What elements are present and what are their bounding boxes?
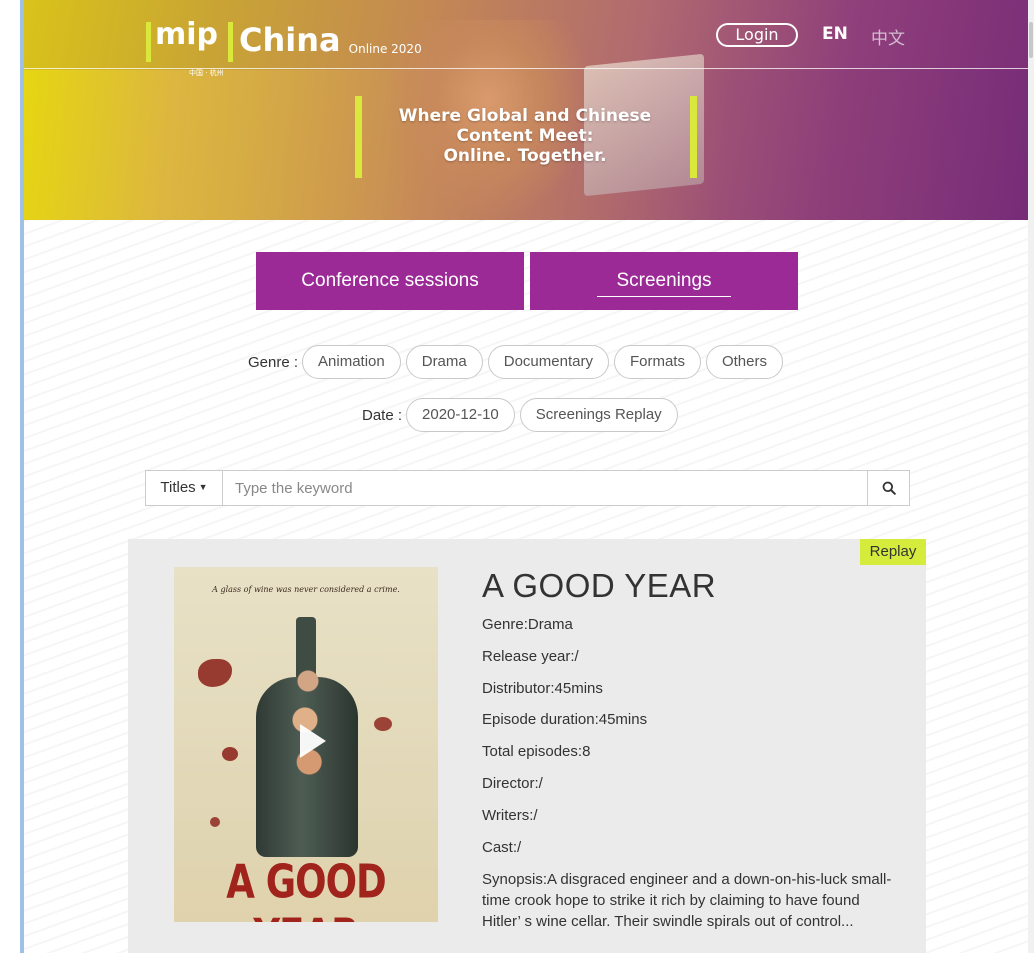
screening-poster[interactable]: A glass of wine was never considered a c… — [174, 567, 438, 922]
logo-accent-bar — [146, 22, 151, 62]
header-divider — [24, 68, 1028, 69]
logo-accent-bar-2 — [228, 22, 234, 62]
search-input[interactable] — [223, 471, 867, 505]
search-scope-dropdown[interactable]: Titles ▼ — [146, 471, 223, 505]
poster-title: A GOOD YEAR — [226, 855, 387, 922]
tagline-bar-right — [690, 96, 697, 178]
meta-director: Director:/ — [482, 775, 543, 792]
genre-pill-others[interactable]: Others — [705, 345, 783, 379]
screening-title[interactable]: A GOOD YEAR — [482, 567, 716, 605]
screening-card[interactable]: Replay A glass of wine was never conside… — [128, 539, 926, 953]
meta-cast: Cast:/ — [482, 839, 522, 856]
meta-writers: Writers:/ — [482, 807, 538, 824]
poster-splatter — [222, 747, 238, 761]
language-en-link[interactable]: EN — [822, 24, 848, 44]
meta-synopsis: Synopsis:A disgraced engineer and a down… — [482, 871, 892, 930]
language-zh-link[interactable]: 中文 — [871, 24, 905, 49]
search-button[interactable] — [867, 471, 909, 505]
scrollbar-thumb[interactable] — [1029, 22, 1033, 58]
replay-badge: Replay — [860, 539, 926, 565]
banner-tagline: Where Global and Chinese Content Meet: O… — [370, 106, 680, 166]
play-icon[interactable] — [298, 722, 328, 760]
left-window-edge — [0, 0, 24, 953]
poster-splatter — [374, 717, 392, 731]
tagline-bar-left — [355, 96, 362, 178]
tagline-line-1: Where Global and Chinese — [398, 106, 652, 126]
meta-total-episodes: Total episodes:8 — [482, 743, 591, 760]
logo-china-text: China — [239, 21, 341, 59]
meta-episode-duration: Episode duration:45mins — [482, 711, 648, 728]
search-bar: Titles ▼ — [145, 470, 910, 506]
meta-release-year: Release year:/ — [482, 648, 579, 665]
caret-down-icon: ▼ — [198, 482, 208, 492]
search-scope-label: Titles — [160, 479, 196, 496]
date-filter-row: Date : 2020-12-10 Screenings Replay — [362, 398, 683, 432]
logo-sub-text: 中国 · 杭州 — [189, 69, 224, 77]
date-label: Date : — [362, 406, 403, 424]
genre-pill-formats[interactable]: Formats — [613, 345, 701, 379]
active-tab-underline — [597, 296, 731, 297]
logo-edition-text: Online 2020 — [348, 42, 422, 56]
meta-distributor: Distributor:45mins — [482, 680, 603, 697]
logo-mip-text: mip — [155, 17, 219, 52]
tagline-line-3: Online. Together. — [443, 146, 607, 166]
genre-pill-documentary[interactable]: Documentary — [487, 345, 609, 379]
tab-conference-sessions[interactable]: Conference sessions — [256, 252, 524, 310]
date-pill-screenings-replay[interactable]: Screenings Replay — [519, 398, 678, 432]
tagline-line-2: Content Meet: — [456, 126, 594, 146]
poster-splatter — [210, 817, 220, 827]
genre-pill-drama[interactable]: Drama — [405, 345, 483, 379]
genre-filter-row: Genre : Animation Drama Documentary Form… — [248, 345, 788, 379]
tab-screenings[interactable]: Screenings — [530, 252, 798, 310]
meta-genre: Genre:Drama — [482, 616, 573, 633]
poster-tagline: A glass of wine was never considered a c… — [212, 585, 400, 594]
tab-screenings-label: Screenings — [616, 270, 712, 291]
poster-splatter — [198, 659, 232, 687]
mipchina-logo[interactable]: mip 中国 · 杭州 China Online 2020 — [146, 12, 422, 77]
search-icon — [882, 481, 896, 495]
genre-label: Genre : — [248, 353, 299, 371]
date-pill-2020-12-10[interactable]: 2020-12-10 — [406, 398, 515, 432]
page-scrollbar[interactable] — [1028, 0, 1034, 953]
genre-pill-animation[interactable]: Animation — [302, 345, 401, 379]
login-button[interactable]: Login — [716, 23, 798, 47]
